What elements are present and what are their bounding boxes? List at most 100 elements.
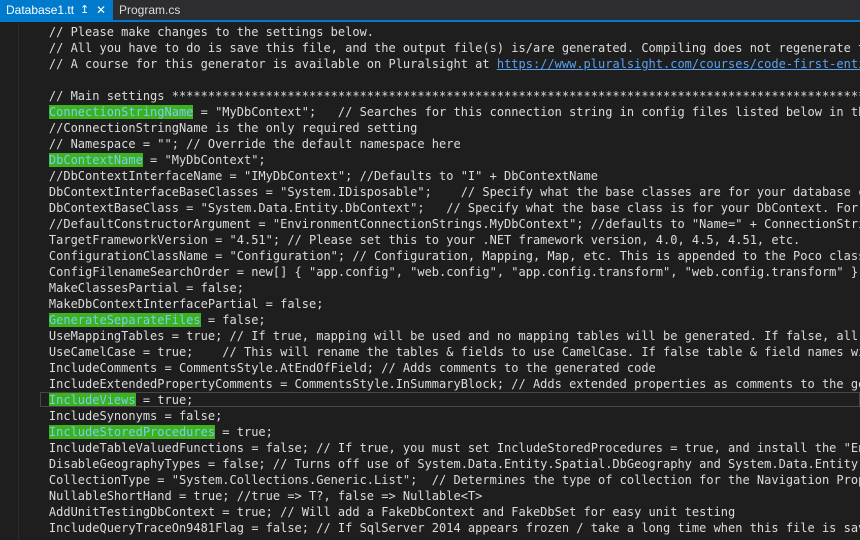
highlighted-setting: GenerateSeparateFiles	[48, 313, 201, 327]
code-line[interactable]: IncludeQueryTraceOn9481Flag = false; // …	[20, 520, 860, 536]
code-line[interactable]: UseMappingTables = true; // If true, map…	[20, 328, 860, 344]
code-line[interactable]: DisableGeographyTypes = false; // Turns …	[20, 456, 860, 472]
code-line[interactable]: ConnectionStringName = "MyDbContext"; //…	[20, 104, 860, 120]
code-text: TargetFrameworkVersion = "4.51"; // Plea…	[48, 233, 801, 247]
code-line[interactable]: //DbContextInterfaceName = "IMyDbContext…	[20, 168, 598, 184]
code-line[interactable]: GenerateSeparateFiles = false;	[20, 312, 266, 328]
margin-divider	[18, 22, 19, 540]
tab-program-cs[interactable]: Program.cs	[113, 0, 193, 20]
pin-icon[interactable]: ↥	[80, 0, 89, 20]
code-link[interactable]: https://www.pluralsight.com/courses/code…	[497, 57, 860, 71]
code-line[interactable]: ConfigurationClassName = "Configuration"…	[20, 248, 860, 264]
code-text: = false;	[200, 313, 266, 327]
code-text: //DbContextInterfaceName = "IMyDbContext…	[48, 169, 598, 183]
tab-label: Database1.tt	[6, 3, 75, 17]
code-text: UseCamelCase = true; // This will rename…	[48, 345, 860, 359]
code-line[interactable]: DbContextBaseClass = "System.Data.Entity…	[20, 200, 860, 216]
code-text: = true;	[215, 425, 273, 439]
code-line[interactable]: // Namespace = ""; // Override the defau…	[20, 136, 461, 152]
code-editor[interactable]: // Please make changes to the settings b…	[20, 22, 860, 540]
code-text: // A course for this generator is availa…	[48, 57, 497, 71]
code-text: MakeClassesPartial = false;	[48, 281, 244, 295]
code-line[interactable]: IncludeComments = CommentsStyle.AtEndOfF…	[20, 360, 656, 376]
code-line[interactable]: AddUnitTestingDbContext = true; // Will …	[20, 504, 735, 520]
close-icon[interactable]: ✕	[96, 0, 106, 20]
code-line[interactable]: // Main settings ***********************…	[20, 88, 860, 104]
code-line[interactable]: ConfigFilenameSearchOrder = new[] { "app…	[20, 264, 860, 280]
code-text: //DefaultConstructorArgument = "Environm…	[48, 217, 860, 231]
code-text: UseMappingTables = true; // If true, map…	[48, 329, 859, 343]
tab-label: Program.cs	[119, 3, 181, 17]
code-line[interactable]: DbContextName = "MyDbContext";	[20, 152, 266, 168]
code-line[interactable]: MakeClassesPartial = false;	[20, 280, 244, 296]
code-text: MakeDbContextInterfacePartial = false;	[48, 297, 324, 311]
code-text: // Please make changes to the settings b…	[48, 25, 375, 39]
code-line[interactable]: UseCamelCase = true; // This will rename…	[20, 344, 860, 360]
code-text: IncludeSynonyms = false;	[48, 409, 223, 423]
code-text: IncludeExtendedPropertyComments = Commen…	[48, 377, 860, 391]
editor-tab-bar: Database1.tt ↥ ✕ Program.cs	[0, 0, 860, 22]
code-text: ConfigFilenameSearchOrder = new[] { "app…	[48, 265, 860, 279]
code-text: //ConnectionStringName is the only requi…	[48, 121, 418, 135]
code-line[interactable]: IncludeSynonyms = false;	[20, 408, 222, 424]
code-text: IncludeTableValuedFunctions = false; // …	[48, 441, 860, 455]
code-line[interactable]: CollectionType = "System.Collections.Gen…	[20, 472, 860, 488]
code-text: DbContextBaseClass = "System.Data.Entity…	[48, 201, 859, 215]
code-line[interactable]: IncludeExtendedPropertyComments = Commen…	[20, 376, 860, 392]
code-line[interactable]: IncludeStoredProcedures = true;	[20, 424, 273, 440]
code-line[interactable]: // Please make changes to the settings b…	[20, 24, 374, 40]
code-line[interactable]: NullableShortHand = true; //true => T?, …	[20, 488, 482, 504]
code-text: // All you have to do is save this file,…	[48, 41, 860, 55]
code-text: IncludeComments = CommentsStyle.AtEndOfF…	[48, 361, 656, 375]
code-text: // Namespace = ""; // Override the defau…	[48, 137, 461, 151]
code-line[interactable]: //DefaultConstructorArgument = "Environm…	[20, 216, 860, 232]
code-text: AddUnitTestingDbContext = true; // Will …	[48, 505, 736, 519]
code-text: CollectionType = "System.Collections.Gen…	[48, 473, 860, 487]
code-text: = "MyDbContext";	[142, 153, 266, 167]
code-text: ConfigurationClassName = "Configuration"…	[48, 249, 860, 263]
code-line[interactable]: //ConnectionStringName is the only requi…	[20, 120, 417, 136]
code-text: IncludeQueryTraceOn9481Flag = false; // …	[48, 521, 860, 535]
code-text: // Main settings ***********************…	[48, 89, 860, 103]
highlighted-setting: ConnectionStringName	[48, 105, 194, 119]
code-text: DisableGeographyTypes = false; // Turns …	[48, 457, 860, 471]
highlighted-setting: DbContextName	[48, 153, 143, 167]
editor-gutter	[0, 22, 20, 540]
code-text: = "MyDbContext"; // Searches for this co…	[200, 105, 860, 119]
code-line[interactable]: // A course for this generator is availa…	[20, 56, 860, 72]
code-line[interactable]: TargetFrameworkVersion = "4.51"; // Plea…	[20, 232, 800, 248]
code-line[interactable]: MakeDbContextInterfacePartial = false;	[20, 296, 324, 312]
code-line[interactable]: IncludeTableValuedFunctions = false; // …	[20, 440, 860, 456]
code-line[interactable]: DbContextInterfaceBaseClasses = "System.…	[20, 184, 860, 200]
tab-database1-tt[interactable]: Database1.tt ↥ ✕	[0, 0, 113, 20]
code-line[interactable]: // All you have to do is save this file,…	[20, 40, 860, 56]
code-text: DbContextInterfaceBaseClasses = "System.…	[48, 185, 860, 199]
